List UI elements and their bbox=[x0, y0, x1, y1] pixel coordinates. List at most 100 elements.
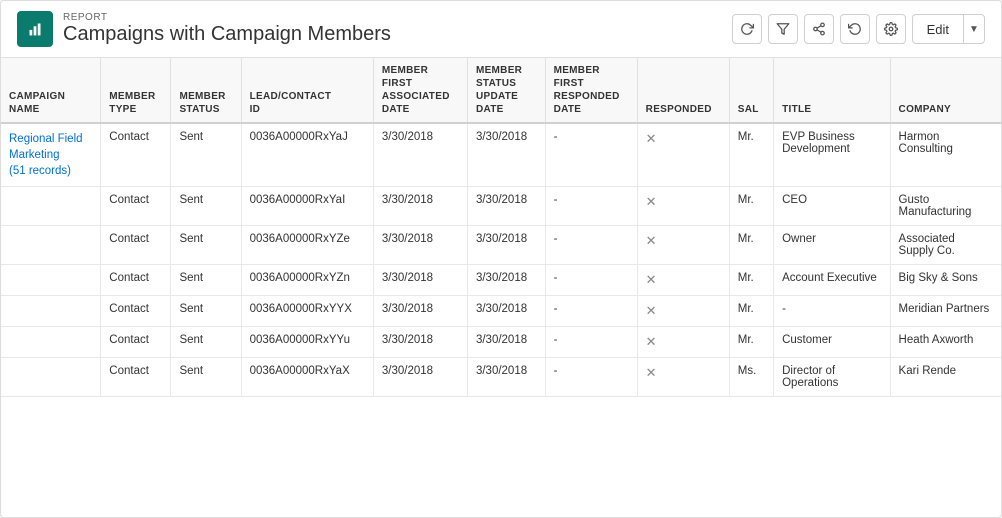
lead-contact-id-cell: 0036A00000RxYYX bbox=[241, 296, 373, 327]
title-cell: Owner bbox=[774, 226, 890, 265]
col-header-first-responded: MEMBERFIRSTRESPONDEDDATE bbox=[545, 58, 637, 123]
status-update-date-cell: 3/30/2018 bbox=[467, 226, 545, 265]
company-cell: Big Sky & Sons bbox=[890, 265, 1001, 296]
header-actions: Edit ▼ bbox=[732, 14, 985, 44]
report-label: REPORT bbox=[63, 12, 391, 23]
first-responded-date-cell: - bbox=[545, 327, 637, 358]
member-type-cell: Contact bbox=[101, 187, 171, 226]
table-row: ContactSent0036A00000RxYZn3/30/20183/30/… bbox=[1, 265, 1001, 296]
member-status-cell: Sent bbox=[171, 358, 241, 397]
sal-cell: Mr. bbox=[729, 187, 773, 226]
company-cell: Gusto Manufacturing bbox=[890, 187, 1001, 226]
sal-cell: Mr. bbox=[729, 296, 773, 327]
campaign-name-link[interactable]: Regional Field Marketing(51 records) bbox=[9, 133, 83, 177]
campaign-name-cell[interactable]: Regional Field Marketing(51 records) bbox=[1, 123, 101, 187]
lead-contact-id-cell: 0036A00000RxYaI bbox=[241, 187, 373, 226]
first-associated-date-cell: 3/30/2018 bbox=[373, 187, 467, 226]
refresh-button[interactable] bbox=[732, 14, 762, 44]
campaign-name-cell bbox=[1, 296, 101, 327]
status-update-date-cell: 3/30/2018 bbox=[467, 327, 545, 358]
responded-x-icon: ✕ bbox=[646, 194, 657, 209]
first-responded-date-cell: - bbox=[545, 358, 637, 397]
lead-contact-id-cell: 0036A00000RxYaJ bbox=[241, 123, 373, 187]
edit-button-group: Edit ▼ bbox=[912, 14, 985, 44]
sal-cell: Mr. bbox=[729, 226, 773, 265]
member-status-cell: Sent bbox=[171, 123, 241, 187]
title-cell: - bbox=[774, 296, 890, 327]
company-cell: Kari Rende bbox=[890, 358, 1001, 397]
member-type-cell: Contact bbox=[101, 358, 171, 397]
share-button[interactable] bbox=[804, 14, 834, 44]
responded-cell: ✕ bbox=[637, 187, 729, 226]
col-header-sal: SAL bbox=[729, 58, 773, 123]
col-header-company: COMPANY bbox=[890, 58, 1001, 123]
member-type-cell: Contact bbox=[101, 123, 171, 187]
first-responded-date-cell: - bbox=[545, 123, 637, 187]
responded-cell: ✕ bbox=[637, 296, 729, 327]
report-app-icon bbox=[17, 11, 53, 47]
lead-contact-id-cell: 0036A00000RxYZe bbox=[241, 226, 373, 265]
col-header-status-update: MEMBERSTATUSUPDATEDATE bbox=[467, 58, 545, 123]
first-associated-date-cell: 3/30/2018 bbox=[373, 358, 467, 397]
campaign-name-cell bbox=[1, 265, 101, 296]
first-responded-date-cell: - bbox=[545, 226, 637, 265]
table-row: ContactSent0036A00000RxYaX3/30/20183/30/… bbox=[1, 358, 1001, 397]
col-header-responded: RESPONDED bbox=[637, 58, 729, 123]
col-header-campaign-name: CAMPAIGNNAME bbox=[1, 58, 101, 123]
first-associated-date-cell: 3/30/2018 bbox=[373, 123, 467, 187]
settings-button[interactable] bbox=[876, 14, 906, 44]
table-row: ContactSent0036A00000RxYaI3/30/20183/30/… bbox=[1, 187, 1001, 226]
first-responded-date-cell: - bbox=[545, 187, 637, 226]
member-status-cell: Sent bbox=[171, 327, 241, 358]
lead-contact-id-cell: 0036A00000RxYZn bbox=[241, 265, 373, 296]
member-status-cell: Sent bbox=[171, 187, 241, 226]
member-status-cell: Sent bbox=[171, 226, 241, 265]
edit-dropdown-button[interactable]: ▼ bbox=[963, 14, 985, 44]
page-title: Campaigns with Campaign Members bbox=[63, 23, 391, 46]
member-status-cell: Sent bbox=[171, 265, 241, 296]
responded-cell: ✕ bbox=[637, 226, 729, 265]
first-associated-date-cell: 3/30/2018 bbox=[373, 265, 467, 296]
sal-cell: Mr. bbox=[729, 123, 773, 187]
filter-button[interactable] bbox=[768, 14, 798, 44]
table-header-row: CAMPAIGNNAME MEMBERTYPE MEMBERSTATUS LEA… bbox=[1, 58, 1001, 123]
col-header-member-type: MEMBERTYPE bbox=[101, 58, 171, 123]
col-header-lead-contact: LEAD/CONTACTID bbox=[241, 58, 373, 123]
first-responded-date-cell: - bbox=[545, 296, 637, 327]
lead-contact-id-cell: 0036A00000RxYaX bbox=[241, 358, 373, 397]
responded-cell: ✕ bbox=[637, 123, 729, 187]
company-cell: Associated Supply Co. bbox=[890, 226, 1001, 265]
first-associated-date-cell: 3/30/2018 bbox=[373, 327, 467, 358]
first-associated-date-cell: 3/30/2018 bbox=[373, 296, 467, 327]
col-header-member-status: MEMBERSTATUS bbox=[171, 58, 241, 123]
responded-x-icon: ✕ bbox=[646, 303, 657, 318]
member-type-cell: Contact bbox=[101, 296, 171, 327]
sal-cell: Mr. bbox=[729, 265, 773, 296]
lead-contact-id-cell: 0036A00000RxYYu bbox=[241, 327, 373, 358]
status-update-date-cell: 3/30/2018 bbox=[467, 123, 545, 187]
status-update-date-cell: 3/30/2018 bbox=[467, 296, 545, 327]
responded-cell: ✕ bbox=[637, 358, 729, 397]
title-cell: CEO bbox=[774, 187, 890, 226]
first-associated-date-cell: 3/30/2018 bbox=[373, 226, 467, 265]
edit-button[interactable]: Edit bbox=[912, 14, 963, 44]
sal-cell: Mr. bbox=[729, 327, 773, 358]
sal-cell: Ms. bbox=[729, 358, 773, 397]
title-cell: EVP Business Development bbox=[774, 123, 890, 187]
title-cell: Customer bbox=[774, 327, 890, 358]
report-table: CAMPAIGNNAME MEMBERTYPE MEMBERSTATUS LEA… bbox=[1, 58, 1001, 397]
table-row: ContactSent0036A00000RxYYX3/30/20183/30/… bbox=[1, 296, 1001, 327]
table-row: Regional Field Marketing(51 records) Cont… bbox=[1, 123, 1001, 187]
title-cell: Director of Operations bbox=[774, 358, 890, 397]
member-type-cell: Contact bbox=[101, 265, 171, 296]
campaign-name-cell bbox=[1, 327, 101, 358]
reload-button[interactable] bbox=[840, 14, 870, 44]
company-cell: Harmon Consulting bbox=[890, 123, 1001, 187]
member-type-cell: Contact bbox=[101, 327, 171, 358]
responded-cell: ✕ bbox=[637, 265, 729, 296]
company-cell: Meridian Partners bbox=[890, 296, 1001, 327]
responded-cell: ✕ bbox=[637, 327, 729, 358]
col-header-first-associated: MEMBERFIRSTASSOCIATEDDATE bbox=[373, 58, 467, 123]
status-update-date-cell: 3/30/2018 bbox=[467, 265, 545, 296]
member-status-cell: Sent bbox=[171, 296, 241, 327]
